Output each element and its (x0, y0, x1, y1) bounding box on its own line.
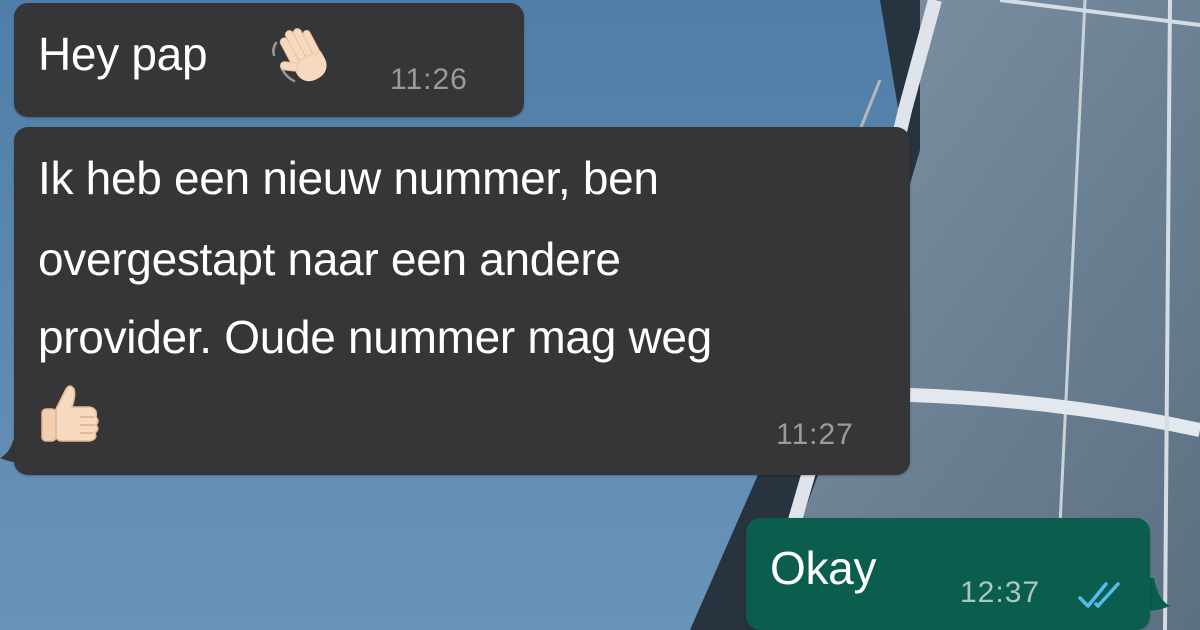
incoming-message-bubble[interactable]: Ik heb een nieuw nummer, ben overgestapt… (14, 127, 910, 475)
waving-hand-icon (272, 28, 327, 83)
message-timestamp: 12:37 (960, 576, 1041, 609)
message-text: Hey pap (38, 28, 208, 80)
message-line: provider. Oude nummer mag weg (38, 311, 712, 363)
message-text: Okay (770, 542, 877, 594)
double-check-icon (1078, 582, 1120, 608)
outgoing-message-bubble[interactable]: Okay 12:37 (746, 518, 1150, 630)
incoming-message-bubble[interactable]: Hey pap 11:26 (14, 3, 524, 117)
message-timestamp: 11:26 (390, 63, 468, 96)
thumbs-up-icon (41, 385, 99, 442)
message-line: overgestapt naar een andere (38, 233, 621, 285)
message-timestamp: 11:27 (776, 418, 854, 451)
message-line: Ik heb een nieuw nummer, ben (38, 152, 659, 204)
